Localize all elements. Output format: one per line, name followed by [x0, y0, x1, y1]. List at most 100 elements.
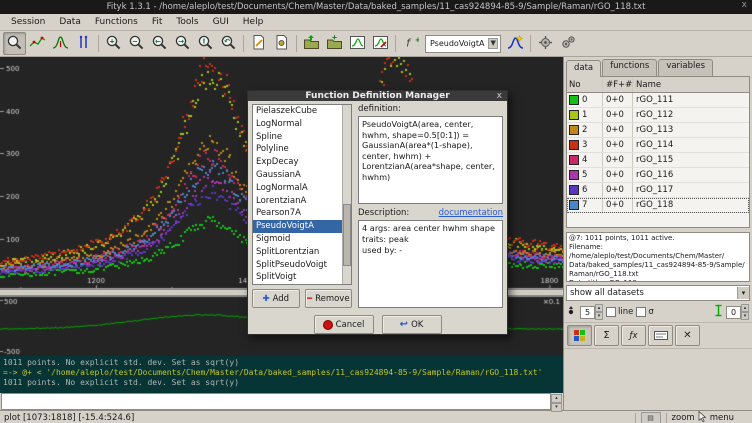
- dialog-close-button[interactable]: x: [497, 91, 502, 101]
- edit-script-button[interactable]: [247, 32, 270, 55]
- select-arrow-icon[interactable]: ▼: [488, 38, 497, 49]
- table-row-rGO_115[interactable]: 40+0rGO_115: [567, 153, 749, 168]
- session-log-button[interactable]: [270, 32, 293, 55]
- menu-session[interactable]: Session: [4, 16, 52, 28]
- menu-bar: SessionDataFunctionsFitToolsGUIHelp: [0, 14, 752, 31]
- function-list-item-Polyline[interactable]: Polyline: [253, 143, 342, 156]
- cancel-button[interactable]: Cancel: [314, 315, 374, 334]
- add-function-button[interactable]: ✚Add: [252, 289, 300, 308]
- function-list-item-Pearson7A[interactable]: Pearson7A: [253, 207, 342, 220]
- function-list-item-PseudoVoigtA[interactable]: PseudoVoigtA: [253, 220, 342, 233]
- sum-datasets-button[interactable]: Σ: [594, 325, 619, 346]
- tab-functions[interactable]: functions: [602, 59, 657, 76]
- run-fit-button[interactable]: [534, 32, 557, 55]
- function-list-item-ExpDecay[interactable]: ExpDecay: [253, 156, 342, 169]
- function-list-item-SplitPseudoVoigt[interactable]: SplitPseudoVoigt: [253, 259, 342, 272]
- fit-settings-button[interactable]: [557, 32, 580, 55]
- export-plot-button[interactable]: [369, 32, 392, 55]
- table-row-rGO_116[interactable]: 50+0rGO_116: [567, 168, 749, 183]
- peak-add-mode-button[interactable]: [49, 32, 72, 55]
- definition-textarea[interactable]: PseudoVoigtA(area, center, hwhm, shape=0…: [358, 116, 503, 204]
- definition-label: definition:: [358, 104, 503, 114]
- dataset-color-swatch[interactable]: [569, 125, 579, 135]
- table-row-rGO_118[interactable]: 70+0rGO_118: [567, 198, 749, 213]
- dataset-color-swatch[interactable]: [569, 200, 579, 210]
- sigma-checkbox[interactable]: σ: [636, 307, 653, 317]
- dataset-color-swatch[interactable]: [569, 110, 579, 120]
- line-checkbox-box[interactable]: [606, 307, 616, 317]
- dataset-colors-button[interactable]: [567, 325, 592, 346]
- menu-tools[interactable]: Tools: [169, 16, 205, 28]
- function-list-item-LogNormal[interactable]: LogNormal: [253, 118, 342, 131]
- delete-dataset-button[interactable]: ✕: [675, 325, 700, 346]
- line-checkbox[interactable]: line: [606, 307, 633, 317]
- activate-mode-button[interactable]: [72, 32, 95, 55]
- zoom-undo-icon: ↶: [220, 34, 237, 54]
- table-row-rGO_111[interactable]: 00+0rGO_111: [567, 93, 749, 108]
- cell-f: 0+0: [603, 93, 633, 107]
- sigma-checkbox-box[interactable]: [636, 307, 646, 317]
- function-list-item-PielaszekCube[interactable]: PielaszekCube: [253, 105, 342, 118]
- table-row-rGO_112[interactable]: 10+0rGO_112: [567, 108, 749, 123]
- dataset-color-swatch[interactable]: [569, 95, 579, 105]
- toolbar-separator: [243, 35, 244, 52]
- menu-fit[interactable]: Fit: [145, 16, 170, 28]
- function-list-item-SplitLorentzian[interactable]: SplitLorentzian: [253, 246, 342, 259]
- documentation-link[interactable]: documentation: [439, 208, 503, 218]
- ok-button[interactable]: ↩OK: [382, 315, 442, 334]
- menu-functions[interactable]: Functions: [88, 16, 145, 28]
- function-list-item-GaussianA[interactable]: GaussianA: [253, 169, 342, 182]
- tab-data[interactable]: data: [566, 60, 601, 77]
- menu-data[interactable]: Data: [52, 16, 88, 28]
- dataset-color-swatch[interactable]: [569, 155, 579, 165]
- status-mode-button[interactable]: ▤: [641, 412, 661, 423]
- dropdown-arrow-icon[interactable]: ▾: [737, 287, 749, 299]
- command-input-row: ▴▾: [0, 393, 563, 410]
- tab-variables[interactable]: variables: [658, 59, 713, 76]
- status-plot-range: plot [1073:1818] [-15.4:524.6]: [4, 413, 134, 423]
- zoom-all-button[interactable]: !: [194, 32, 217, 55]
- open-data-button[interactable]: [300, 32, 323, 55]
- function-list-item-LorentzianA[interactable]: LorentzianA: [253, 195, 342, 208]
- svg-text:+: +: [332, 34, 338, 42]
- shift-spinner[interactable]: 0 ▴▾: [726, 306, 749, 319]
- table-row-rGO_114[interactable]: 30+0rGO_114: [567, 138, 749, 153]
- function-list-item-LogNormalA[interactable]: LogNormalA: [253, 182, 342, 195]
- cell-no: 3: [567, 138, 603, 152]
- dataset-filter-dropdown[interactable]: show all datasets ▾: [566, 285, 750, 301]
- auto-add-peak-button[interactable]: [504, 32, 527, 55]
- zoom-mode-button[interactable]: [3, 32, 26, 55]
- status-zoom-label: zoom: [672, 413, 695, 423]
- menu-gui[interactable]: GUI: [206, 16, 236, 28]
- window-close-button[interactable]: x: [742, 0, 747, 10]
- menu-help[interactable]: Help: [236, 16, 271, 28]
- data-range-mode-button[interactable]: [26, 32, 49, 55]
- edit-formula-button[interactable]: ƒx: [621, 325, 646, 346]
- table-row-rGO_117[interactable]: 60+0rGO_117: [567, 183, 749, 198]
- input-history-spinner[interactable]: ▴▾: [551, 394, 562, 409]
- zoom-right-button[interactable]: →: [171, 32, 194, 55]
- dataset-color-swatch[interactable]: [569, 170, 579, 180]
- table-row-rGO_113[interactable]: 20+0rGO_113: [567, 123, 749, 138]
- zoom-in-button[interactable]: +: [102, 32, 125, 55]
- point-size-spinner[interactable]: 5 ▴▾: [580, 306, 603, 319]
- define-function-button[interactable]: f+: [399, 32, 422, 55]
- append-data-button[interactable]: +: [323, 32, 346, 55]
- function-list-scrollbar[interactable]: [342, 105, 351, 284]
- cell-name: rGO_115: [633, 155, 749, 165]
- function-list-item-Spline[interactable]: Spline: [253, 131, 342, 144]
- config-plot-button[interactable]: [346, 32, 369, 55]
- scrollbar-thumb[interactable]: [343, 204, 351, 267]
- zoom-left-icon: ←: [151, 34, 168, 54]
- zoom-undo-button[interactable]: ↶: [217, 32, 240, 55]
- dataset-color-swatch[interactable]: [569, 185, 579, 195]
- remove-function-button[interactable]: ━Remove: [305, 289, 353, 308]
- function-list-item-SplitVoigt[interactable]: SplitVoigt: [253, 271, 342, 284]
- data-transform-button[interactable]: [648, 325, 673, 346]
- zoom-out-button[interactable]: −: [125, 32, 148, 55]
- dataset-color-swatch[interactable]: [569, 140, 579, 150]
- zoom-left-button[interactable]: ←: [148, 32, 171, 55]
- command-input[interactable]: [1, 393, 551, 410]
- function-type-select[interactable]: PseudoVoigtA▼: [425, 35, 501, 53]
- function-list-item-Sigmoid[interactable]: Sigmoid: [253, 233, 342, 246]
